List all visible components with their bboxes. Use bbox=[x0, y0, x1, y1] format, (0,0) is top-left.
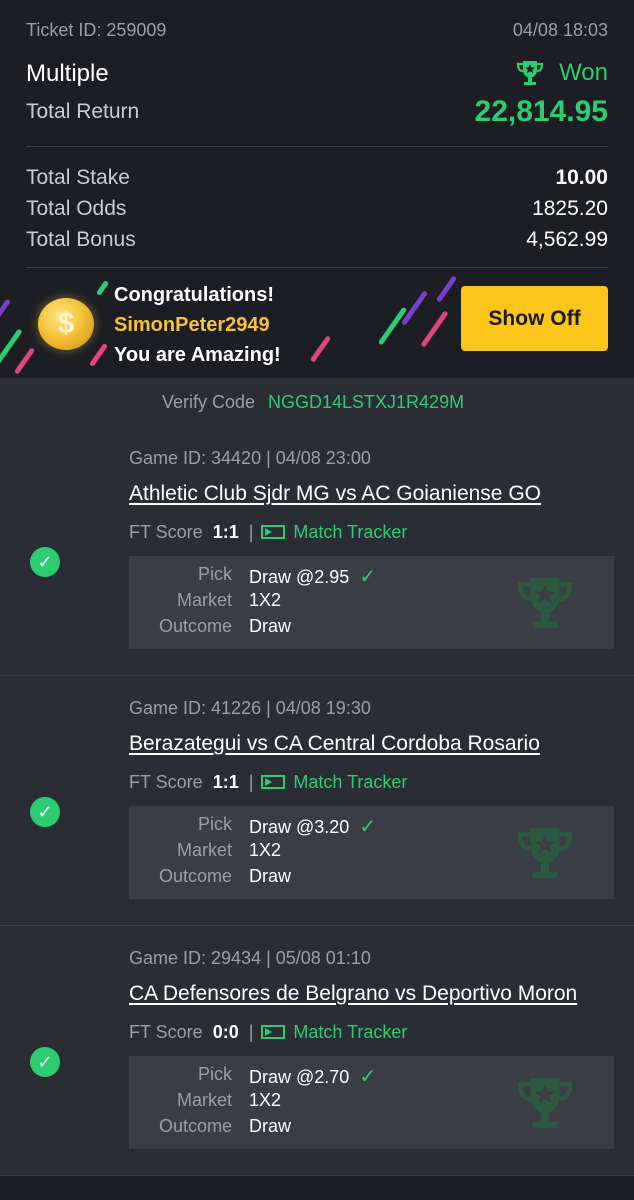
market-label: Market bbox=[176, 1090, 232, 1110]
confetti-streak bbox=[13, 347, 36, 375]
confetti-streak bbox=[0, 328, 23, 366]
check-circle-icon: ✓ bbox=[30, 547, 60, 577]
bet-detail-box: Pick Draw @2.95 ✓ Market 1X2 Outcome Draw bbox=[129, 556, 614, 649]
ft-score-row: FT Score 1:1 | Match Tracker bbox=[129, 772, 407, 793]
game-id: Game ID: 29434 | 05/08 01:10 bbox=[129, 948, 371, 968]
coin-icon: $ bbox=[38, 298, 94, 350]
separator: | bbox=[248, 1022, 254, 1042]
market-label: Market bbox=[176, 590, 232, 610]
total-odds-value: 1825.20 bbox=[532, 197, 608, 220]
match-tracker-link[interactable]: Match Tracker bbox=[261, 772, 407, 792]
congrats-username: SimonPeter2949 bbox=[114, 314, 270, 336]
outcome-value: Draw bbox=[249, 616, 292, 636]
outcome-label: Outcome bbox=[158, 1116, 232, 1136]
match-link[interactable]: Berazategui vs CA Central Cordoba Rosari… bbox=[129, 732, 540, 756]
game-card: Game ID: 34420 | 04/08 23:00 Athletic Cl… bbox=[0, 426, 634, 676]
market-value: 1X2 bbox=[249, 1090, 282, 1110]
ft-label: FT Score bbox=[129, 522, 203, 542]
market-label: Market bbox=[176, 840, 232, 860]
game-id: Game ID: 41226 | 04/08 19:30 bbox=[129, 698, 371, 718]
outcome-value: Draw bbox=[249, 1116, 292, 1136]
total-bonus-value: 4,562.99 bbox=[526, 228, 608, 251]
match-link[interactable]: CA Defensores de Belgrano vs Deportivo M… bbox=[129, 982, 577, 1006]
checkmark-icon: ✓ bbox=[359, 1066, 377, 1088]
outcome-value: Draw bbox=[249, 866, 292, 886]
trophy-watermark-icon bbox=[517, 578, 573, 628]
ft-score: 0:0 bbox=[212, 1022, 239, 1042]
match-tracker-link[interactable]: Match Tracker bbox=[261, 522, 407, 542]
divider bbox=[26, 146, 608, 147]
total-stake-label: Total Stake bbox=[26, 166, 130, 189]
ft-score: 1:1 bbox=[212, 772, 239, 792]
pick-label: Pick bbox=[197, 564, 232, 584]
match-tracker-link[interactable]: Match Tracker bbox=[261, 1022, 407, 1042]
ticket-id: Ticket ID: 259009 bbox=[26, 20, 167, 40]
show-off-button[interactable]: Show Off bbox=[461, 286, 608, 351]
pick-value: Draw @2.70 ✓ bbox=[249, 1064, 376, 1089]
match-tracker-icon bbox=[261, 525, 286, 539]
congrats-line3: You are Amazing! bbox=[114, 344, 281, 366]
ft-score-row: FT Score 1:1 | Match Tracker bbox=[129, 522, 407, 543]
check-circle-icon: ✓ bbox=[30, 1047, 60, 1077]
pick-label: Pick bbox=[197, 814, 232, 834]
separator: | bbox=[248, 772, 254, 792]
checkmark-icon: ✓ bbox=[359, 566, 377, 588]
check-circle-icon: ✓ bbox=[30, 797, 60, 827]
ticket-datetime: 04/08 18:03 bbox=[512, 20, 608, 40]
confetti-streak bbox=[435, 275, 458, 303]
outcome-label: Outcome bbox=[158, 866, 232, 886]
outcome-label: Outcome bbox=[158, 616, 232, 636]
confetti-streak bbox=[420, 310, 449, 348]
match-tracker-icon bbox=[261, 775, 286, 789]
separator: | bbox=[248, 522, 254, 542]
game-card: Game ID: 41226 | 04/08 19:30 Berazategui… bbox=[0, 676, 634, 926]
confetti-streak bbox=[309, 335, 332, 363]
won-status: Won bbox=[515, 58, 608, 88]
congrats-banner: $ Congratulations! SimonPeter2949 You ar… bbox=[0, 268, 634, 378]
confetti-streak bbox=[377, 306, 408, 346]
verify-code-bar: Verify Code NGGD14LSTXJ1R429M bbox=[0, 378, 634, 426]
ft-label: FT Score bbox=[129, 1022, 203, 1042]
ft-label: FT Score bbox=[129, 772, 203, 792]
match-tracker-label: Match Tracker bbox=[293, 772, 408, 792]
match-tracker-label: Match Tracker bbox=[293, 1022, 408, 1042]
match-link[interactable]: Athletic Club Sjdr MG vs AC Goianiense G… bbox=[129, 482, 541, 506]
confetti-streak bbox=[0, 298, 11, 320]
total-stake-value: 10.00 bbox=[555, 166, 608, 189]
trophy-icon bbox=[515, 58, 545, 88]
total-bonus-label: Total Bonus bbox=[26, 228, 136, 251]
pick-text: Draw @2.70 bbox=[249, 1067, 350, 1087]
match-tracker-icon bbox=[261, 1025, 286, 1039]
trophy-watermark-icon bbox=[517, 828, 573, 878]
pick-label: Pick bbox=[197, 1064, 232, 1084]
confetti-streak bbox=[95, 280, 110, 296]
bet-detail-box: Pick Draw @3.20 ✓ Market 1X2 Outcome Draw bbox=[129, 806, 614, 899]
verify-label: Verify Code bbox=[162, 392, 256, 412]
game-card: Game ID: 29434 | 05/08 01:10 CA Defensor… bbox=[0, 926, 634, 1176]
ft-score-row: FT Score 0:0 | Match Tracker bbox=[129, 1022, 407, 1043]
ft-score: 1:1 bbox=[212, 522, 239, 542]
won-label: Won bbox=[559, 59, 608, 86]
market-value: 1X2 bbox=[249, 840, 282, 860]
trophy-watermark-icon bbox=[517, 1078, 573, 1128]
total-return-value: 22,814.95 bbox=[474, 95, 608, 128]
total-return-label: Total Return bbox=[26, 100, 140, 123]
confetti-streak bbox=[88, 342, 109, 368]
verify-code[interactable]: NGGD14LSTXJ1R429M bbox=[268, 392, 464, 413]
pick-text: Draw @3.20 bbox=[249, 817, 350, 837]
bet-type: Multiple bbox=[26, 60, 109, 87]
checkmark-icon: ✓ bbox=[359, 816, 377, 838]
total-odds-label: Total Odds bbox=[26, 197, 127, 220]
bet-detail-box: Pick Draw @2.70 ✓ Market 1X2 Outcome Draw bbox=[129, 1056, 614, 1149]
pick-text: Draw @2.95 bbox=[249, 567, 350, 587]
congrats-line1: Congratulations! bbox=[114, 284, 274, 306]
pick-value: Draw @2.95 ✓ bbox=[249, 564, 376, 589]
game-id: Game ID: 34420 | 04/08 23:00 bbox=[129, 448, 371, 468]
pick-value: Draw @3.20 ✓ bbox=[249, 814, 376, 839]
match-tracker-label: Match Tracker bbox=[293, 522, 408, 542]
market-value: 1X2 bbox=[249, 590, 282, 610]
